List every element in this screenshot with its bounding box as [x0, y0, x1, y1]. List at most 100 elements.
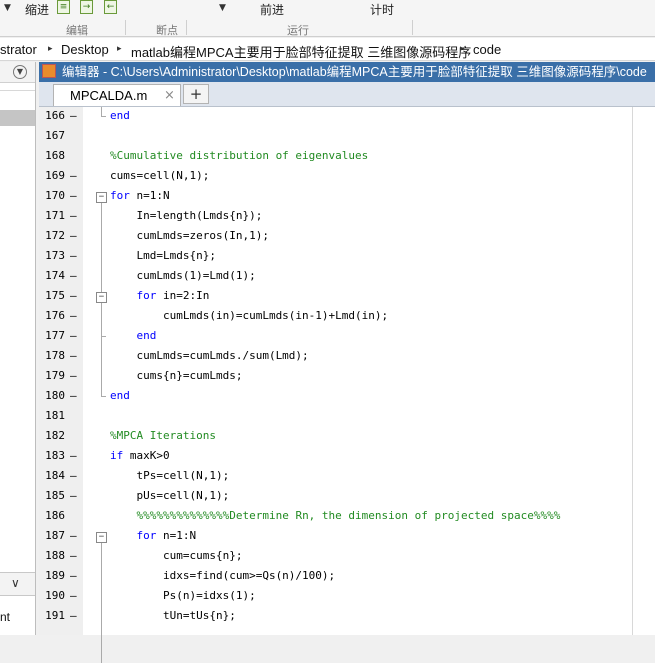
breakpoint-marker[interactable]: –: [70, 569, 77, 582]
breakpoint-marker[interactable]: –: [70, 549, 77, 562]
tab-mpcalda[interactable]: MPCALDA.m ×: [53, 84, 181, 106]
code-keyword: for: [136, 529, 157, 542]
breakpoint-marker[interactable]: –: [70, 289, 77, 302]
breadcrumb-segment[interactable]: Desktop: [61, 42, 109, 57]
breakpoint-marker[interactable]: –: [70, 349, 77, 362]
code-line[interactable]: for n=1:N: [110, 529, 197, 542]
code-area[interactable]: 166– end 167 168 %Cumulative distribution of…: [39, 107, 655, 663]
code-line[interactable]: cums{n}=cumLmds;: [110, 369, 242, 382]
code-line[interactable]: cumLmds=zeros(In,1);: [110, 229, 268, 242]
panel-header: ▼: [0, 62, 35, 83]
code-line[interactable]: end: [110, 329, 157, 342]
breakpoint-marker[interactable]: –: [70, 309, 77, 322]
breakpoint-marker[interactable]: –: [70, 209, 77, 222]
line-number: 180: [45, 389, 65, 402]
breakpoint-marker[interactable]: –: [70, 529, 77, 542]
breakpoint-marker[interactable]: –: [70, 449, 77, 462]
line-number: 182: [45, 429, 65, 442]
editor-window: 编辑器 - C:\Users\Administrator\Desktop\mat…: [39, 62, 655, 663]
code-line[interactable]: %MPCA Iterations: [110, 429, 216, 442]
breakpoint-marker[interactable]: –: [70, 329, 77, 342]
editor-icon: [42, 64, 56, 78]
tab-label: MPCALDA.m: [70, 88, 148, 103]
code-line[interactable]: cumLmds(in)=cumLmds(in-1)+Lmd(in);: [110, 309, 388, 322]
code-line[interactable]: %Cumulative distribution of eigenvalues: [110, 149, 368, 162]
close-icon[interactable]: ×: [164, 88, 175, 103]
code-line[interactable]: end: [110, 109, 130, 122]
indent-button[interactable]: 缩进: [25, 1, 49, 18]
code-line[interactable]: pUs=cell(N,1);: [110, 489, 229, 502]
panel-menu-icon[interactable]: ▼: [13, 65, 27, 79]
code-line[interactable]: idxs=find(cum>=Qs(n)/100);: [110, 569, 335, 582]
indent-increase-icon[interactable]: →: [80, 0, 93, 14]
line-number: 181: [45, 409, 65, 422]
code-line[interactable]: end: [110, 389, 130, 402]
code-text: idxs=find(cum>=Qs(n)/100);: [110, 569, 336, 582]
address-bar[interactable]: strator ▸ Desktop ▸ matlab编程MPCA主要用于脸部特征…: [0, 38, 655, 61]
line-number: 179: [45, 369, 65, 382]
breakpoint-marker[interactable]: –: [70, 109, 77, 122]
breakpoint-marker[interactable]: –: [70, 189, 77, 202]
breakpoint-marker[interactable]: –: [70, 589, 77, 602]
line-number: 166: [45, 109, 65, 122]
breakpoint-marker[interactable]: –: [70, 269, 77, 282]
code-line[interactable]: In=length(Lmds{n});: [110, 209, 262, 222]
breakpoint-marker[interactable]: –: [70, 169, 77, 182]
code-line[interactable]: cumLmds=cumLmds./sum(Lmd);: [110, 349, 308, 362]
code-line[interactable]: Lmd=Lmds{n};: [110, 249, 215, 262]
indent-decrease-icon[interactable]: ←: [104, 0, 117, 14]
breadcrumb-arrow-icon[interactable]: ▸: [117, 44, 122, 54]
fold-toggle-icon[interactable]: −: [96, 192, 107, 203]
breakpoint-marker[interactable]: –: [70, 369, 77, 382]
code-line[interactable]: cumLmds(1)=Lmd(1);: [110, 269, 255, 282]
code-text: cum=cums{n};: [110, 549, 243, 562]
breadcrumb-arrow-icon[interactable]: ▸: [460, 44, 465, 54]
breakpoint-marker[interactable]: –: [70, 469, 77, 482]
breakpoint-marker[interactable]: –: [70, 609, 77, 622]
code-keyword: end: [110, 389, 130, 402]
fold-end: [101, 336, 106, 337]
details-bar[interactable]: ∨: [0, 572, 35, 596]
breadcrumb-segment[interactable]: code: [473, 42, 501, 57]
breakpoint-marker[interactable]: –: [70, 249, 77, 262]
code-line[interactable]: cum=cums{n};: [110, 549, 242, 562]
code-line[interactable]: cums=cell(N,1);: [110, 169, 209, 182]
breakpoint-marker[interactable]: –: [70, 389, 77, 402]
line-number: 190: [45, 589, 65, 602]
breakpoint-marker[interactable]: –: [70, 229, 77, 242]
timing-button[interactable]: 计时: [370, 1, 394, 18]
line-number: 176: [45, 309, 65, 322]
code-text: cumLmds(in)=cumLmds(in-1)+Lmd(in);: [110, 309, 389, 322]
code-line[interactable]: for n=1:N: [110, 189, 170, 202]
code-line[interactable]: if maxK>0: [110, 449, 170, 462]
breadcrumb-arrow-icon[interactable]: ▸: [48, 44, 53, 54]
code-text: tUn=tUs{n};: [110, 609, 236, 622]
code-line[interactable]: %%%%%%%%%%%%%%Determine Rn, the dimensio…: [110, 509, 561, 522]
editor-title-bar[interactable]: 编辑器 - C:\Users\Administrator\Desktop\mat…: [39, 62, 655, 82]
breakpoint-marker[interactable]: –: [70, 489, 77, 502]
code-line[interactable]: tPs=cell(N,1);: [110, 469, 229, 482]
step-forward-button[interactable]: 前进: [260, 1, 284, 18]
dropdown-arrow-icon[interactable]: ▼: [4, 3, 11, 13]
code-comment: %%%%%%%%%%%%%%Determine Rn, the dimensio…: [136, 509, 561, 522]
fold-toggle-icon[interactable]: −: [96, 292, 107, 303]
indent-icon[interactable]: ≡: [57, 0, 70, 14]
breadcrumb-segment[interactable]: strator: [0, 42, 37, 57]
code-line[interactable]: for in=2:In: [110, 289, 210, 302]
chevron-down-icon[interactable]: ∨: [11, 576, 20, 590]
selected-file-row[interactable]: [0, 110, 35, 126]
code-line[interactable]: tUn=tUs{n};: [110, 609, 236, 622]
code-keyword: end: [110, 109, 130, 122]
fold-toggle-icon[interactable]: −: [96, 532, 107, 543]
breadcrumb-segment[interactable]: matlab编程MPCA主要用于脸部特征提取 三维图像源码程序: [131, 42, 471, 61]
fold-end: [101, 396, 106, 397]
fold-guide: [101, 303, 102, 337]
fold-end: [101, 116, 106, 117]
dropdown-arrow-icon[interactable]: ▼: [219, 3, 226, 13]
new-tab-button[interactable]: +: [183, 84, 209, 104]
line-number: 188: [45, 549, 65, 562]
fold-guide: [101, 107, 102, 116]
code-text: in=2:In: [156, 289, 210, 302]
code-line[interactable]: Ps(n)=idxs(1);: [110, 589, 256, 602]
code-keyword: for: [110, 189, 130, 202]
